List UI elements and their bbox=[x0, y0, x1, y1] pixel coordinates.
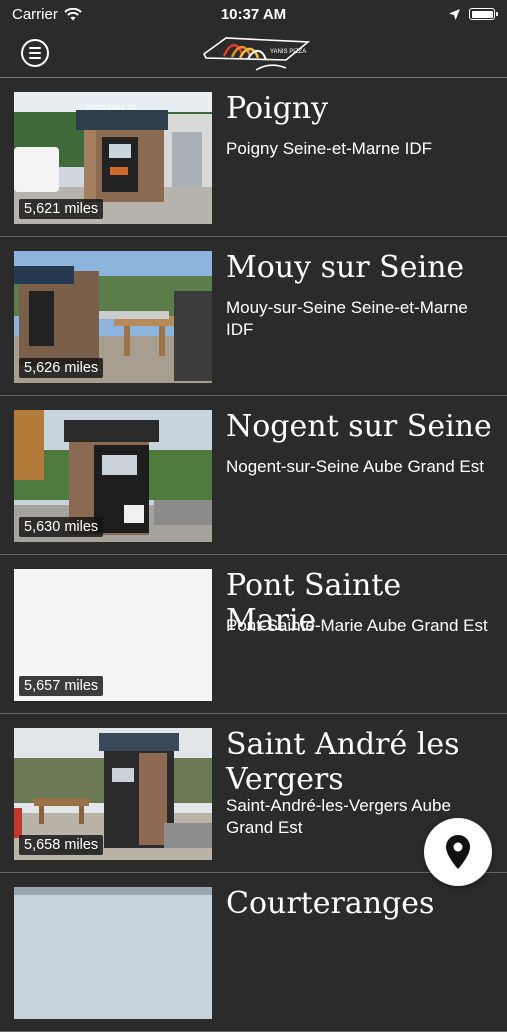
wifi-icon bbox=[64, 7, 82, 20]
status-time: 10:37 AM bbox=[220, 5, 287, 23]
location-title: Nogent sur Seine bbox=[226, 409, 492, 444]
distance-badge: 5,658 miles bbox=[19, 835, 104, 855]
location-list: PIZZA 24/24 7/7 5,621 miles Poigny Poign… bbox=[0, 78, 507, 1032]
location-title: Saint André les Vergers bbox=[226, 727, 460, 797]
battery-icon bbox=[469, 8, 498, 20]
map-pin-icon bbox=[446, 835, 470, 869]
status-left: Carrier bbox=[12, 6, 82, 23]
location-title: Poigny bbox=[226, 91, 329, 126]
location-subtitle: Poigny Seine-et-Marne IDF bbox=[226, 139, 432, 158]
distance-badge: 5,657 miles bbox=[19, 676, 104, 696]
location-row[interactable]: 5,626 miles Mouy sur Seine Mouy-sur-Sein… bbox=[0, 237, 507, 396]
logo-text: YANIS PIZZA bbox=[270, 49, 306, 55]
location-photo-placeholder: 5,657 miles bbox=[14, 569, 212, 701]
location-title: Mouy sur Seine bbox=[226, 250, 465, 285]
distance-badge: 5,626 miles bbox=[19, 358, 104, 378]
location-row[interactable]: PIZZA 24/24 7/7 5,621 miles Poigny Poign… bbox=[0, 78, 507, 237]
menu-icon-line bbox=[29, 57, 41, 59]
nav-bar: YANIS PIZZA bbox=[0, 28, 507, 78]
location-title: Courteranges bbox=[226, 886, 435, 921]
menu-button[interactable] bbox=[21, 39, 49, 67]
menu-icon-line bbox=[29, 52, 41, 54]
menu-icon-line bbox=[29, 47, 41, 49]
brand-logo: YANIS PIZZA bbox=[202, 37, 311, 71]
location-subtitle: Nogent-sur-Seine Aube Grand Est bbox=[226, 457, 484, 476]
distance-badge: 5,621 miles bbox=[19, 199, 104, 219]
location-row[interactable]: Courteranges bbox=[0, 873, 507, 1032]
location-arrow-icon bbox=[449, 8, 460, 20]
distance-badge: 5,630 miles bbox=[19, 517, 104, 537]
location-subtitle: Pont-Sainte-Marie Aube Grand Est bbox=[226, 616, 488, 635]
status-right bbox=[448, 8, 498, 21]
status-bar: Carrier 10:37 AM bbox=[0, 0, 507, 28]
location-row[interactable]: 5,657 miles Pont Sainte Marie Pont-Saint… bbox=[0, 555, 507, 714]
map-button[interactable] bbox=[424, 818, 492, 886]
location-photo bbox=[14, 887, 212, 1019]
kiosk-sign-text: PIZZA 24/24 7/7 bbox=[86, 105, 137, 112]
location-photo: 5,630 miles bbox=[14, 410, 212, 542]
location-photo: PIZZA 24/24 7/7 5,621 miles bbox=[14, 92, 212, 224]
carrier-label: Carrier bbox=[12, 5, 58, 23]
location-photo: 5,626 miles bbox=[14, 251, 212, 383]
location-row[interactable]: 5,630 miles Nogent sur Seine Nogent-sur-… bbox=[0, 396, 507, 555]
location-photo: 5,658 miles bbox=[14, 728, 212, 860]
location-subtitle: Mouy-sur-Seine Seine-et-Marne IDF bbox=[226, 298, 468, 339]
